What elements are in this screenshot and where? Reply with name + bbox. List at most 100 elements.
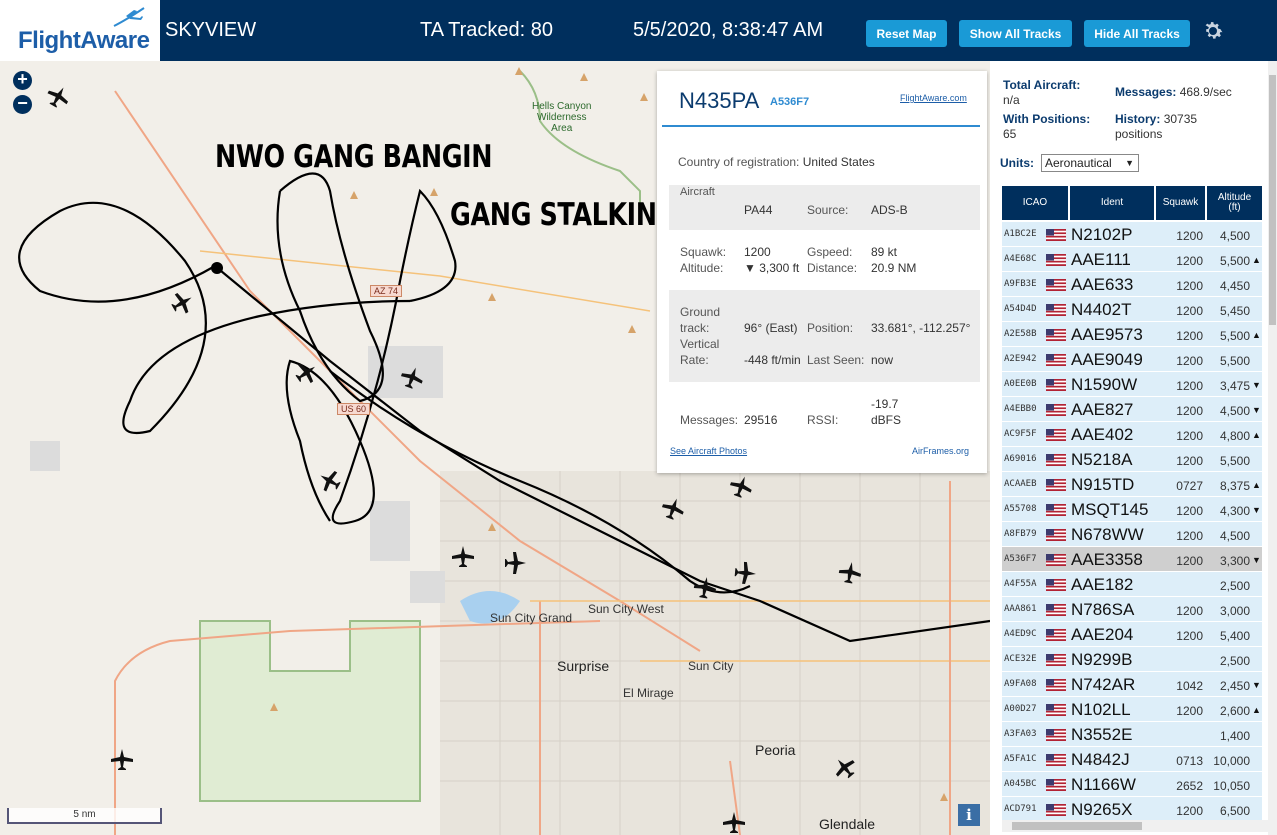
aircraft-icon[interactable] bbox=[291, 357, 322, 388]
table-row[interactable]: A2E942 AAE9049 1200 5,500 bbox=[1002, 347, 1262, 372]
aircraft-icon[interactable] bbox=[727, 472, 756, 501]
sidebar-scroll-thumb[interactable] bbox=[1269, 75, 1276, 325]
table-row[interactable]: AAA861 N786SA 1200 3,000 bbox=[1002, 597, 1262, 622]
cell-icao: A4EBB0 bbox=[1004, 404, 1037, 414]
table-row[interactable]: A2E58B AAE9573 1200 5,500 ▲ bbox=[1002, 322, 1262, 347]
table-row[interactable]: A69016 N5218A 1200 5,500 bbox=[1002, 447, 1262, 472]
distance-value: 20.9 NM bbox=[871, 261, 917, 275]
altitude-trend-icon: ▼ bbox=[1252, 680, 1261, 690]
dropdown-arrow-icon: ▼ bbox=[1125, 158, 1134, 168]
flightaware-link[interactable]: FlightAware.com bbox=[900, 93, 967, 103]
aircraft-icon[interactable] bbox=[43, 81, 74, 112]
see-aircraft-photos-link[interactable]: See Aircraft Photos bbox=[670, 446, 747, 456]
cell-altitude: 5,500 bbox=[1219, 354, 1250, 368]
col-header-ident[interactable]: Ident bbox=[1070, 186, 1154, 220]
table-row[interactable]: A1BC2E N2102P 1200 4,500 bbox=[1002, 222, 1262, 247]
table-row[interactable]: A4E68C AAE111 1200 5,500 ▲ bbox=[1002, 247, 1262, 272]
table-row[interactable]: A536F7 AAE3358 1200 3,300 ▼ bbox=[1002, 547, 1262, 572]
aircraft-icon[interactable] bbox=[829, 752, 860, 783]
aircraft-icon[interactable] bbox=[167, 287, 198, 318]
cell-ident: N3552E bbox=[1071, 725, 1133, 744]
aircraft-icon[interactable] bbox=[659, 494, 688, 523]
aircraft-icon[interactable] bbox=[723, 812, 745, 833]
cell-icao: ACD791 bbox=[1004, 804, 1037, 814]
cell-ident: N786SA bbox=[1071, 600, 1135, 619]
us-flag-icon bbox=[1046, 354, 1066, 366]
cell-squawk: 1200 bbox=[1176, 554, 1203, 568]
cell-altitude: 10,000 bbox=[1213, 754, 1250, 768]
cell-ident: N742AR bbox=[1071, 675, 1136, 694]
aircraft-icon[interactable] bbox=[452, 546, 474, 567]
cell-icao: A00D27 bbox=[1004, 704, 1037, 714]
table-row[interactable]: A3FA03 N3552E 1,400 bbox=[1002, 722, 1262, 747]
table-row[interactable]: A0EE0B N1590W 1200 3,475 ▼ bbox=[1002, 372, 1262, 397]
table-row[interactable]: A5FA1C N4842J 0713 10,000 bbox=[1002, 747, 1262, 772]
flightaware-logo[interactable]: FlightAware bbox=[0, 0, 160, 61]
table-row[interactable]: A4EBB0 AAE827 1200 4,500 ▼ bbox=[1002, 397, 1262, 422]
road-label-az74: AZ 74 bbox=[370, 285, 403, 297]
table-row[interactable]: ACD791 N9265X 1200 6,500 bbox=[1002, 797, 1262, 822]
table-row[interactable]: A9FA08 N742AR 1042 2,450 ▼ bbox=[1002, 672, 1262, 697]
table-row[interactable]: A00D27 N102LL 1200 2,600 ▲ bbox=[1002, 697, 1262, 722]
table-row[interactable]: ACE32E N9299B 2,500 bbox=[1002, 647, 1262, 672]
cell-squawk: 1200 bbox=[1176, 304, 1203, 318]
cell-altitude: 2,600 bbox=[1219, 704, 1250, 718]
hide-all-tracks-button[interactable]: Hide All Tracks bbox=[1084, 20, 1190, 47]
cell-altitude: 2,450 bbox=[1219, 679, 1250, 693]
table-row[interactable]: A55708 MSQT145 1200 4,300 ▼ bbox=[1002, 497, 1262, 522]
track-label: track: bbox=[680, 321, 710, 335]
messages-rate-label: Messages: bbox=[1115, 85, 1177, 99]
airframes-link[interactable]: AirFrames.org bbox=[912, 446, 969, 456]
cell-icao: A2E58B bbox=[1004, 329, 1037, 339]
cell-ident: N678WW bbox=[1071, 525, 1144, 544]
aircraft-icon[interactable] bbox=[837, 560, 863, 585]
table-row[interactable]: AC9F5F AAE402 1200 4,800 ▲ bbox=[1002, 422, 1262, 447]
table-row[interactable]: A54D4D N4402T 1200 5,450 bbox=[1002, 297, 1262, 322]
rssi-label: RSSI: bbox=[807, 413, 839, 427]
col-header-icao[interactable]: ICAO bbox=[1002, 186, 1068, 220]
aircraft-icon[interactable] bbox=[314, 465, 345, 496]
place-label-surprise: Surprise bbox=[557, 658, 610, 674]
zoom-out-button[interactable]: − bbox=[13, 94, 32, 114]
zoom-in-button[interactable]: + bbox=[13, 70, 32, 90]
altitude-header-line2: (ft) bbox=[1228, 202, 1241, 213]
overlay-caption-1: NWO GANG BANGIN bbox=[215, 139, 493, 175]
table-row[interactable]: A4ED9C AAE204 1200 5,400 bbox=[1002, 622, 1262, 647]
cell-icao: A9FA08 bbox=[1004, 679, 1037, 689]
aircraft-icon[interactable] bbox=[505, 552, 526, 574]
country-label: Country of registration: bbox=[678, 155, 800, 169]
aircraft-icon[interactable] bbox=[692, 575, 718, 600]
table-row[interactable]: A9FB3E AAE633 1200 4,450 bbox=[1002, 272, 1262, 297]
col-header-squawk[interactable]: Squawk bbox=[1156, 186, 1205, 220]
us-flag-icon bbox=[1046, 404, 1066, 416]
table-row[interactable]: ACAAEB N915TD 0727 8,375 ▲ bbox=[1002, 472, 1262, 497]
aircraft-icon[interactable] bbox=[111, 749, 133, 770]
cell-icao: A5FA1C bbox=[1004, 754, 1037, 764]
popup-ident: N435PA bbox=[679, 88, 760, 113]
table-horizontal-scroll-thumb[interactable] bbox=[1012, 822, 1142, 830]
units-select[interactable]: Aeronautical ▼ bbox=[1041, 154, 1139, 172]
cell-altitude: 5,400 bbox=[1219, 629, 1250, 643]
aircraft-icon[interactable] bbox=[398, 363, 427, 392]
us-flag-icon bbox=[1046, 504, 1066, 516]
table-row[interactable]: A4F55A AAE182 2,500 bbox=[1002, 572, 1262, 597]
overlay-caption-2: GANG STALKING bbox=[450, 197, 678, 233]
table-row[interactable]: A045BC N1166W 2652 10,050 bbox=[1002, 772, 1262, 797]
reset-map-button[interactable]: Reset Map bbox=[866, 20, 947, 47]
cell-squawk: 0713 bbox=[1176, 754, 1203, 768]
show-all-tracks-button[interactable]: Show All Tracks bbox=[959, 20, 1072, 47]
track-value: 96° (East) bbox=[744, 321, 798, 335]
table-row[interactable]: A8FB79 N678WW 1200 4,500 bbox=[1002, 522, 1262, 547]
ground-label: Ground bbox=[680, 305, 721, 319]
map-info-button[interactable]: i bbox=[958, 804, 980, 826]
total-aircraft-label: Total Aircraft: bbox=[1003, 78, 1081, 92]
col-header-altitude[interactable]: Altitude (ft) bbox=[1207, 186, 1262, 220]
selected-aircraft-icon[interactable] bbox=[734, 561, 757, 585]
skyview-app: FlightAware SKYVIEW TA Tracked: 80 5/5/2… bbox=[0, 0, 1277, 835]
altitude-trend-icon: ▲ bbox=[1252, 705, 1261, 715]
gear-icon[interactable] bbox=[1201, 19, 1225, 43]
cell-icao: AC9F5F bbox=[1004, 429, 1037, 439]
aircraft-value: PA44 bbox=[744, 203, 773, 217]
units-label: Units: bbox=[1000, 156, 1034, 170]
cell-ident: AAE182 bbox=[1071, 575, 1134, 594]
